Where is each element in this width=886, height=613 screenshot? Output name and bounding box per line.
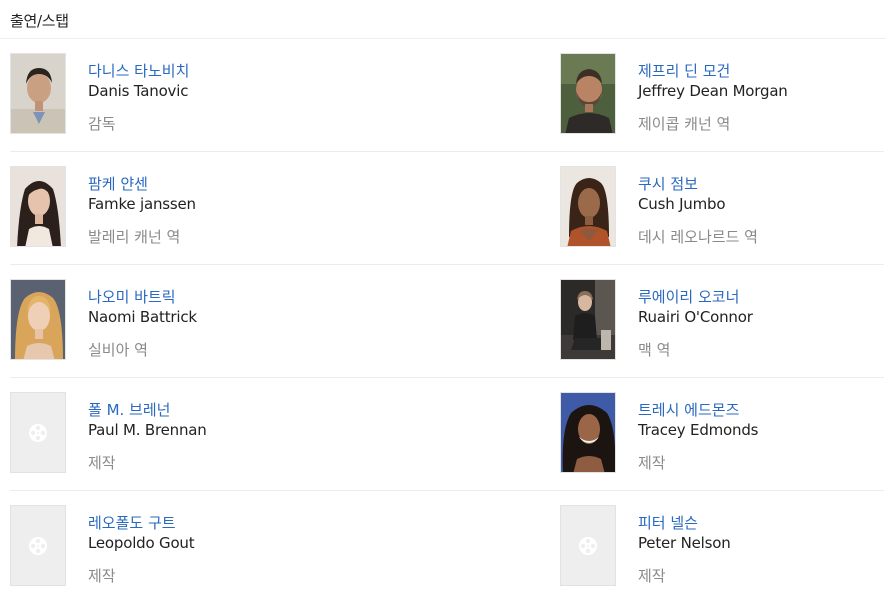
- cast-name-english: Famke janssen: [88, 195, 196, 213]
- cast-name-korean[interactable]: 피터 넬슨: [638, 514, 698, 532]
- cast-name-korean[interactable]: 레오폴도 구트: [88, 514, 176, 532]
- cast-name-english: Leopoldo Gout: [88, 534, 195, 552]
- cast-name-english: Peter Nelson: [638, 534, 731, 552]
- cast-photo[interactable]: [560, 166, 616, 247]
- cast-name-english: Danis Tanovic: [88, 82, 189, 100]
- cast-name-korean[interactable]: 팜케 얀센: [88, 175, 148, 193]
- cast-name-korean[interactable]: 다니스 타노비치: [88, 62, 189, 80]
- cast-role: 제작: [88, 567, 116, 585]
- cast-role: 데시 레오나르드 역: [638, 228, 758, 246]
- portrait-image: [11, 167, 65, 246]
- cast-role: 실비아 역: [88, 341, 148, 359]
- cast-role: 제작: [88, 454, 116, 472]
- cast-item: 쿠시 점보 Cush Jumbo 데시 레오나르드 역: [560, 166, 886, 248]
- cast-role: 제작: [638, 454, 666, 472]
- cast-photo[interactable]: [560, 392, 616, 473]
- cast-name-korean[interactable]: 쿠시 점보: [638, 175, 698, 193]
- cast-photo-placeholder[interactable]: [10, 505, 66, 586]
- cast-role: 발레리 캐넌 역: [88, 228, 181, 246]
- film-reel-icon: [579, 537, 597, 555]
- cast-item: 제프리 딘 모건 Jeffrey Dean Morgan 제이콥 캐넌 역: [560, 53, 886, 135]
- cast-item: 팜케 얀센 Famke janssen 발레리 캐넌 역: [10, 166, 410, 248]
- cast-name-korean[interactable]: 폴 M. 브레넌: [88, 401, 170, 419]
- portrait-image: [11, 54, 65, 133]
- cast-photo-placeholder[interactable]: [560, 505, 616, 586]
- cast-name-english: Naomi Battrick: [88, 308, 197, 326]
- cast-name-english: Tracey Edmonds: [638, 421, 759, 439]
- cast-name-korean[interactable]: 제프리 딘 모건: [638, 62, 730, 80]
- cast-item: 피터 넬슨 Peter Nelson 제작: [560, 505, 886, 587]
- cast-role: 맥 역: [638, 341, 671, 359]
- cast-list: 다니스 타노비치 Danis Tanovic 감독 제프리 딘 모건 Jeffr…: [10, 39, 884, 603]
- cast-role: 감독: [88, 115, 116, 133]
- cast-row: 팜케 얀센 Famke janssen 발레리 캐넌 역 쿠시 점보 Cush …: [10, 152, 884, 265]
- cast-item: 나오미 바트릭 Naomi Battrick 실비아 역: [10, 279, 410, 361]
- cast-photo[interactable]: [10, 279, 66, 360]
- cast-item: 폴 M. 브레넌 Paul M. Brennan 제작: [10, 392, 410, 474]
- cast-item: 루에이리 오코너 Ruairi O'Connor 맥 역: [560, 279, 886, 361]
- cast-name-english: Cush Jumbo: [638, 195, 726, 213]
- cast-photo[interactable]: [10, 166, 66, 247]
- portrait-image: [561, 167, 615, 246]
- cast-photo[interactable]: [560, 279, 616, 360]
- cast-name-korean[interactable]: 나오미 바트릭: [88, 288, 176, 306]
- cast-row: 다니스 타노비치 Danis Tanovic 감독 제프리 딘 모건 Jeffr…: [10, 39, 884, 152]
- cast-name-korean[interactable]: 트레시 에드몬즈: [638, 401, 739, 419]
- cast-name-english: Ruairi O'Connor: [638, 308, 753, 326]
- cast-name-english: Jeffrey Dean Morgan: [638, 82, 788, 100]
- section-title: 출연/스탭: [10, 12, 69, 30]
- cast-name-english: Paul M. Brennan: [88, 421, 207, 439]
- cast-photo[interactable]: [560, 53, 616, 134]
- cast-item: 다니스 타노비치 Danis Tanovic 감독: [10, 53, 410, 135]
- cast-item: 레오폴도 구트 Leopoldo Gout 제작: [10, 505, 410, 587]
- cast-photo[interactable]: [10, 53, 66, 134]
- portrait-image: [11, 280, 65, 359]
- cast-row: 레오폴도 구트 Leopoldo Gout 제작 피터 넬슨 Peter Nel…: [10, 491, 884, 603]
- cast-item: 트레시 에드몬즈 Tracey Edmonds 제작: [560, 392, 886, 474]
- film-reel-icon: [29, 537, 47, 555]
- cast-role: 제이콥 캐넌 역: [638, 115, 731, 133]
- cast-photo-placeholder[interactable]: [10, 392, 66, 473]
- cast-row: 나오미 바트릭 Naomi Battrick 실비아 역 루에이리 오코너 Ru…: [10, 265, 884, 378]
- portrait-image: [561, 54, 615, 133]
- cast-row: 폴 M. 브레넌 Paul M. Brennan 제작 트레시 에드몬즈 Tra…: [10, 378, 884, 491]
- cast-role: 제작: [638, 567, 666, 585]
- portrait-image: [561, 280, 615, 359]
- film-reel-icon: [29, 424, 47, 442]
- cast-name-korean[interactable]: 루에이리 오코너: [638, 288, 739, 306]
- portrait-image: [561, 393, 615, 472]
